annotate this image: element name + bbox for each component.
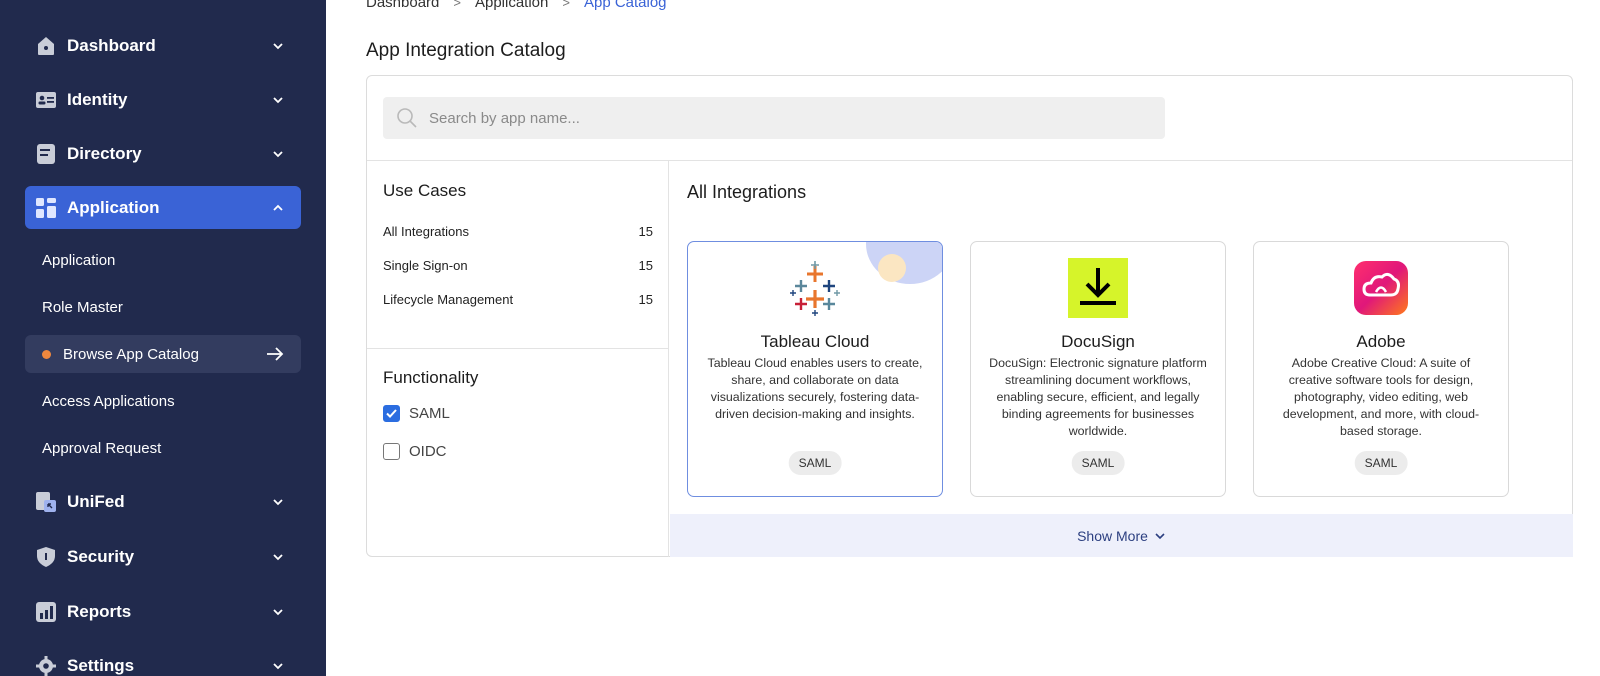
functionality-title: Functionality: [383, 368, 479, 387]
nav-label: Dashboard: [67, 35, 156, 55]
nav-item-reports[interactable]: Reports: [25, 590, 301, 633]
sub-item-role-master[interactable]: Role Master: [25, 288, 301, 326]
shield-icon: [35, 546, 57, 568]
current-indicator-dot: [42, 349, 51, 359]
use-case-label: Lifecycle Management: [383, 292, 514, 307]
chevron-up-icon: [269, 199, 287, 217]
home-icon: [35, 35, 57, 57]
nav-item-application[interactable]: Application: [25, 186, 301, 229]
nav-label: Settings: [67, 655, 135, 675]
filter-panel: Use Cases All Integrations 15 Single Sig…: [367, 161, 669, 557]
sub-item-browse-app-catalog[interactable]: Browse App Catalog: [25, 335, 301, 373]
checkmark-icon: [386, 409, 397, 418]
oidc-checkbox[interactable]: [383, 443, 400, 460]
breadcrumb-separator-icon: >: [562, 0, 570, 10]
chart-icon: [35, 601, 57, 623]
app-description: Adobe Creative Cloud: A suite of creativ…: [1282, 356, 1480, 438]
docusign-logo: [1068, 258, 1128, 318]
catalog-panel: Use Cases All Integrations 15 Single Sig…: [366, 75, 1573, 557]
chevron-down-icon: [1154, 530, 1166, 542]
protocol-badge: SAML: [1071, 451, 1125, 475]
sub-item-approval-request[interactable]: Approval Request: [25, 429, 301, 467]
chevron-down-icon: [269, 145, 287, 163]
filter-oidc[interactable]: OIDC: [383, 443, 447, 460]
chevron-down-icon: [269, 493, 287, 511]
filter-label: SAML: [409, 405, 450, 422]
protocol-badge: SAML: [788, 451, 842, 475]
use-case-all-integrations[interactable]: All Integrations 15: [383, 224, 653, 239]
sub-item-label: Role Master: [42, 298, 123, 316]
app-description: Tableau Cloud enables users to create, s…: [707, 356, 923, 421]
nav-item-identity[interactable]: Identity: [25, 78, 301, 121]
use-case-label: Single Sign-on: [383, 258, 468, 273]
nav-item-security[interactable]: Security: [25, 535, 301, 578]
app-name: Tableau Cloud: [760, 332, 870, 351]
sub-item-label: Access Applications: [42, 392, 175, 410]
app-card-adobe[interactable]: Adobe Adobe Creative Cloud: A suite of c…: [1253, 241, 1509, 497]
use-cases-title: Use Cases: [383, 181, 467, 200]
protocol-badge: SAML: [1354, 451, 1408, 475]
app-description: DocuSign: Electronic signature platform …: [989, 356, 1207, 438]
nav-label: Reports: [67, 601, 132, 621]
nav-item-dashboard[interactable]: Dashboard: [25, 24, 301, 67]
app-grid-icon: [35, 197, 57, 219]
nav-label: UniFed: [67, 491, 125, 511]
sub-item-application[interactable]: Application: [25, 241, 301, 279]
id-card-icon: [35, 89, 57, 111]
integrations-panel: All Integrations Tableau Cloud Tableau C…: [670, 161, 1573, 557]
adobe-logo: [1351, 258, 1411, 318]
nav-item-unifed[interactable]: UniFed: [25, 480, 301, 523]
chevron-down-icon: [269, 548, 287, 566]
show-more-label: Show More: [1077, 527, 1148, 544]
saml-checkbox[interactable]: [383, 405, 400, 422]
search-icon: [395, 106, 419, 130]
chevron-down-icon: [269, 91, 287, 109]
use-case-count: 15: [638, 292, 653, 307]
app-name: Adobe: [1356, 332, 1406, 351]
sub-item-label: Browse App Catalog: [63, 345, 199, 363]
nav-label: Application: [67, 197, 160, 217]
divider: [367, 348, 669, 349]
breadcrumb-item-current: App Catalog: [583, 0, 667, 11]
breadcrumb-item-application[interactable]: Application: [475, 0, 548, 11]
chevron-down-icon: [269, 657, 287, 675]
sub-item-access-applications[interactable]: Access Applications: [25, 382, 301, 420]
filter-label: OIDC: [409, 443, 447, 460]
nav-item-settings[interactable]: Settings: [25, 644, 301, 676]
sub-item-label: Approval Request: [42, 439, 162, 457]
nav-label: Security: [67, 546, 135, 566]
section-title: All Integrations: [687, 182, 807, 202]
sub-item-label: Application: [42, 251, 116, 269]
app-card-tableau-cloud[interactable]: Tableau Cloud Tableau Cloud enables user…: [687, 241, 943, 497]
nav-label: Identity: [67, 89, 128, 109]
arrow-right-icon: [265, 346, 285, 362]
use-case-lifecycle-management[interactable]: Lifecycle Management 15: [383, 292, 653, 307]
sidebar: Dashboard Identity Directory Application…: [0, 0, 326, 676]
breadcrumb-item-dashboard[interactable]: Dashboard: [366, 0, 439, 11]
search-input[interactable]: [429, 109, 1129, 127]
use-case-count: 15: [638, 258, 653, 273]
page-title: App Integration Catalog: [366, 40, 566, 61]
directory-icon: [35, 143, 57, 165]
app-card-docusign[interactable]: DocuSign DocuSign: Electronic signature …: [970, 241, 1226, 497]
nav-item-directory[interactable]: Directory: [25, 132, 301, 175]
tableau-logo: [785, 258, 845, 318]
breadcrumb: Dashboard > Application > App Catalog: [366, 0, 667, 11]
breadcrumb-separator-icon: >: [453, 0, 461, 10]
decorative-shape: [878, 254, 906, 282]
unifed-icon: [35, 491, 57, 513]
filter-saml[interactable]: SAML: [383, 405, 450, 422]
search-bar: [383, 97, 1165, 139]
use-case-label: All Integrations: [383, 224, 469, 239]
chevron-down-icon: [269, 37, 287, 55]
app-name: DocuSign: [1061, 332, 1135, 351]
chevron-down-icon: [269, 603, 287, 621]
use-case-count: 15: [638, 224, 653, 239]
show-more-button[interactable]: Show More: [670, 514, 1573, 557]
gear-icon: [35, 655, 57, 676]
use-case-single-sign-on[interactable]: Single Sign-on 15: [383, 258, 653, 273]
nav-label: Directory: [67, 143, 142, 163]
